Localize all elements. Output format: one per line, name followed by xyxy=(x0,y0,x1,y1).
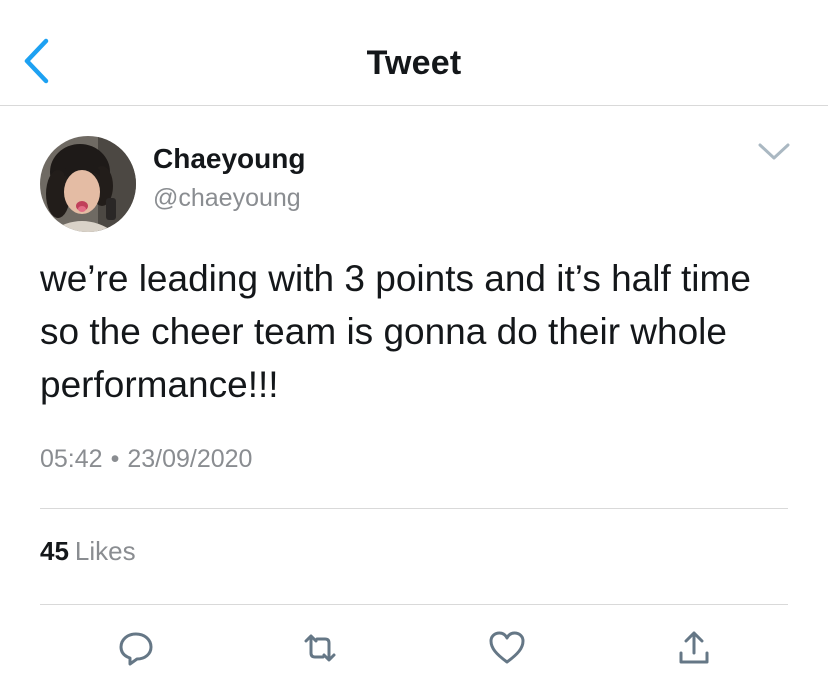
chevron-down-icon xyxy=(758,143,790,160)
likes-count: 45 xyxy=(40,536,69,566)
retweet-icon xyxy=(304,634,336,662)
likes-label: Likes xyxy=(74,536,136,566)
share-button[interactable] xyxy=(674,628,714,668)
tweet-time: 05:42 xyxy=(40,445,103,473)
avatar[interactable] xyxy=(40,136,136,232)
likes-count-link[interactable]: 45 Likes xyxy=(40,536,136,567)
divider xyxy=(40,508,788,509)
author-handle[interactable]: @chaeyoung xyxy=(153,184,301,213)
reply-button[interactable] xyxy=(116,628,156,668)
avatar-image xyxy=(40,136,136,232)
page-title: Tweet xyxy=(366,44,462,82)
reply-icon xyxy=(119,632,153,666)
retweet-button[interactable] xyxy=(300,628,340,668)
meta-separator: • xyxy=(110,445,120,473)
heart-icon xyxy=(489,631,525,664)
tweet-text: we’re leading with 3 points and it’s hal… xyxy=(40,258,751,405)
divider xyxy=(40,604,788,605)
tweet-timestamp: 05:42 • 23/09/2020 xyxy=(40,445,252,474)
author-display-name[interactable]: Chaeyoung xyxy=(153,143,305,175)
tweet-date: 23/09/2020 xyxy=(127,445,253,473)
like-button[interactable] xyxy=(487,628,527,668)
share-icon xyxy=(679,631,709,664)
tweet-menu-button[interactable] xyxy=(756,138,792,166)
nav-bar: Tweet xyxy=(0,0,828,106)
